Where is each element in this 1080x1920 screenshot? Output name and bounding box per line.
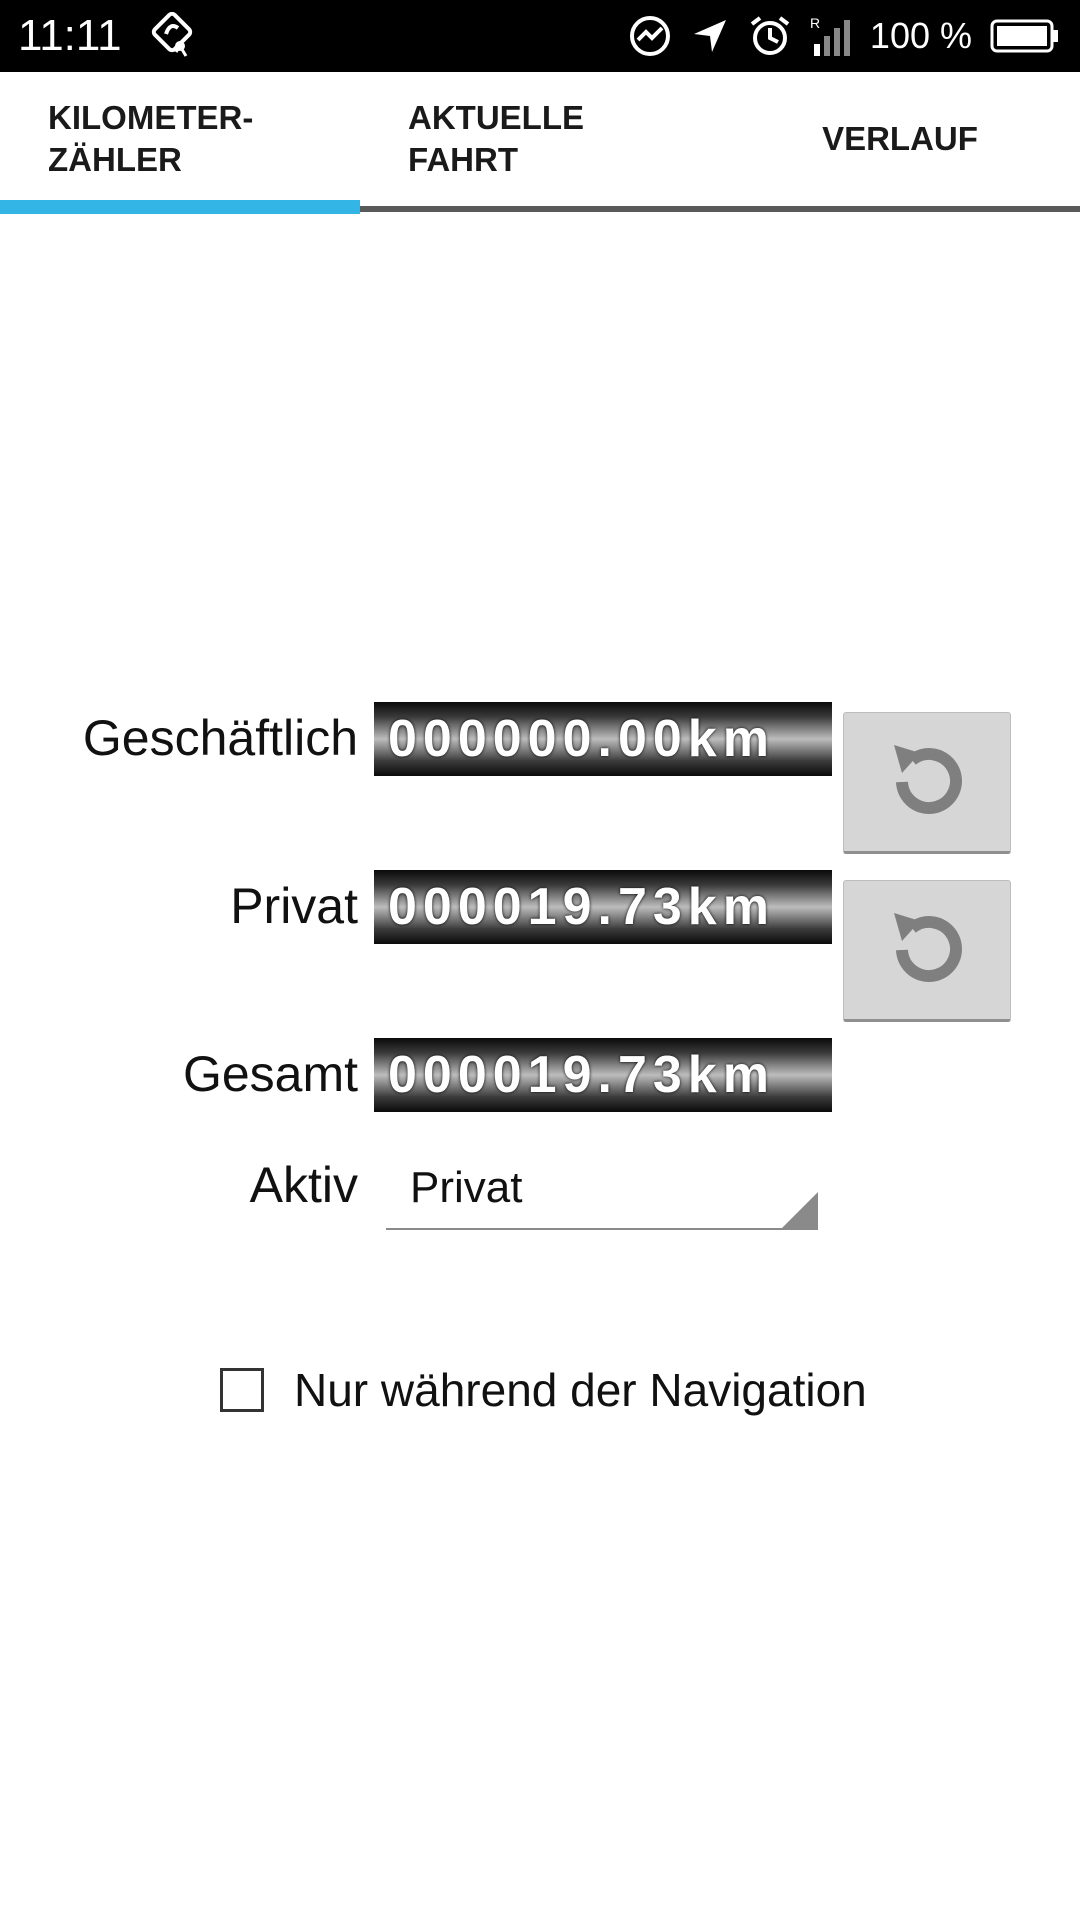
status-bar: 11:11 R 100 % [0,0,1080,72]
business-label: Geschäftlich [82,710,358,766]
messenger-icon [629,16,670,56]
tab-bar: KILOMETER- ZÄHLER AKTUELLE FAHRT VERLAUF [0,72,1080,216]
tab-odometer[interactable]: KILOMETER- ZÄHLER [0,72,360,206]
private-counter: 000019.73km [374,870,832,944]
navigation-only-label: Nur während der Navigation [294,1364,867,1416]
location-arrow-icon [693,20,726,52]
reset-private-button[interactable] [843,880,1011,1022]
tab-active-indicator [0,200,360,214]
navigation-only-option[interactable]: Nur während der Navigation [220,1360,867,1420]
battery-full-icon [990,19,1058,53]
status-icons: R 100 % [628,10,1060,62]
tab-odometer-label: KILOMETER- ZÄHLER [48,99,254,178]
private-label: Privat [230,878,358,934]
active-mode-spinner[interactable]: Privat [386,1152,818,1230]
tab-history-label: VERLAUF [822,120,978,157]
navigation-app-icon [148,11,196,60]
tab-history[interactable]: VERLAUF [720,72,1080,206]
reset-icon [894,913,962,982]
signal-roaming-icon: R [810,15,850,56]
active-mode-value: Privat [410,1163,523,1212]
tab-current-trip[interactable]: AKTUELLE FAHRT [360,72,720,206]
business-counter: 000000.00km [374,702,832,776]
alarm-icon [750,16,790,55]
total-label: Gesamt [182,1046,358,1102]
reset-business-button[interactable] [843,712,1011,854]
status-time: 11:11 [18,11,122,60]
reset-icon [894,745,962,814]
active-label: Aktiv [249,1157,358,1213]
total-counter: 000019.73km [374,1038,832,1112]
tab-divider [360,206,1080,212]
navigation-only-checkbox[interactable] [220,1368,264,1412]
dropdown-arrow-icon [782,1192,818,1228]
svg-text:R: R [810,15,820,31]
tab-current-trip-label: AKTUELLE FAHRT [408,99,584,178]
battery-percentage: 100 % [869,15,972,56]
